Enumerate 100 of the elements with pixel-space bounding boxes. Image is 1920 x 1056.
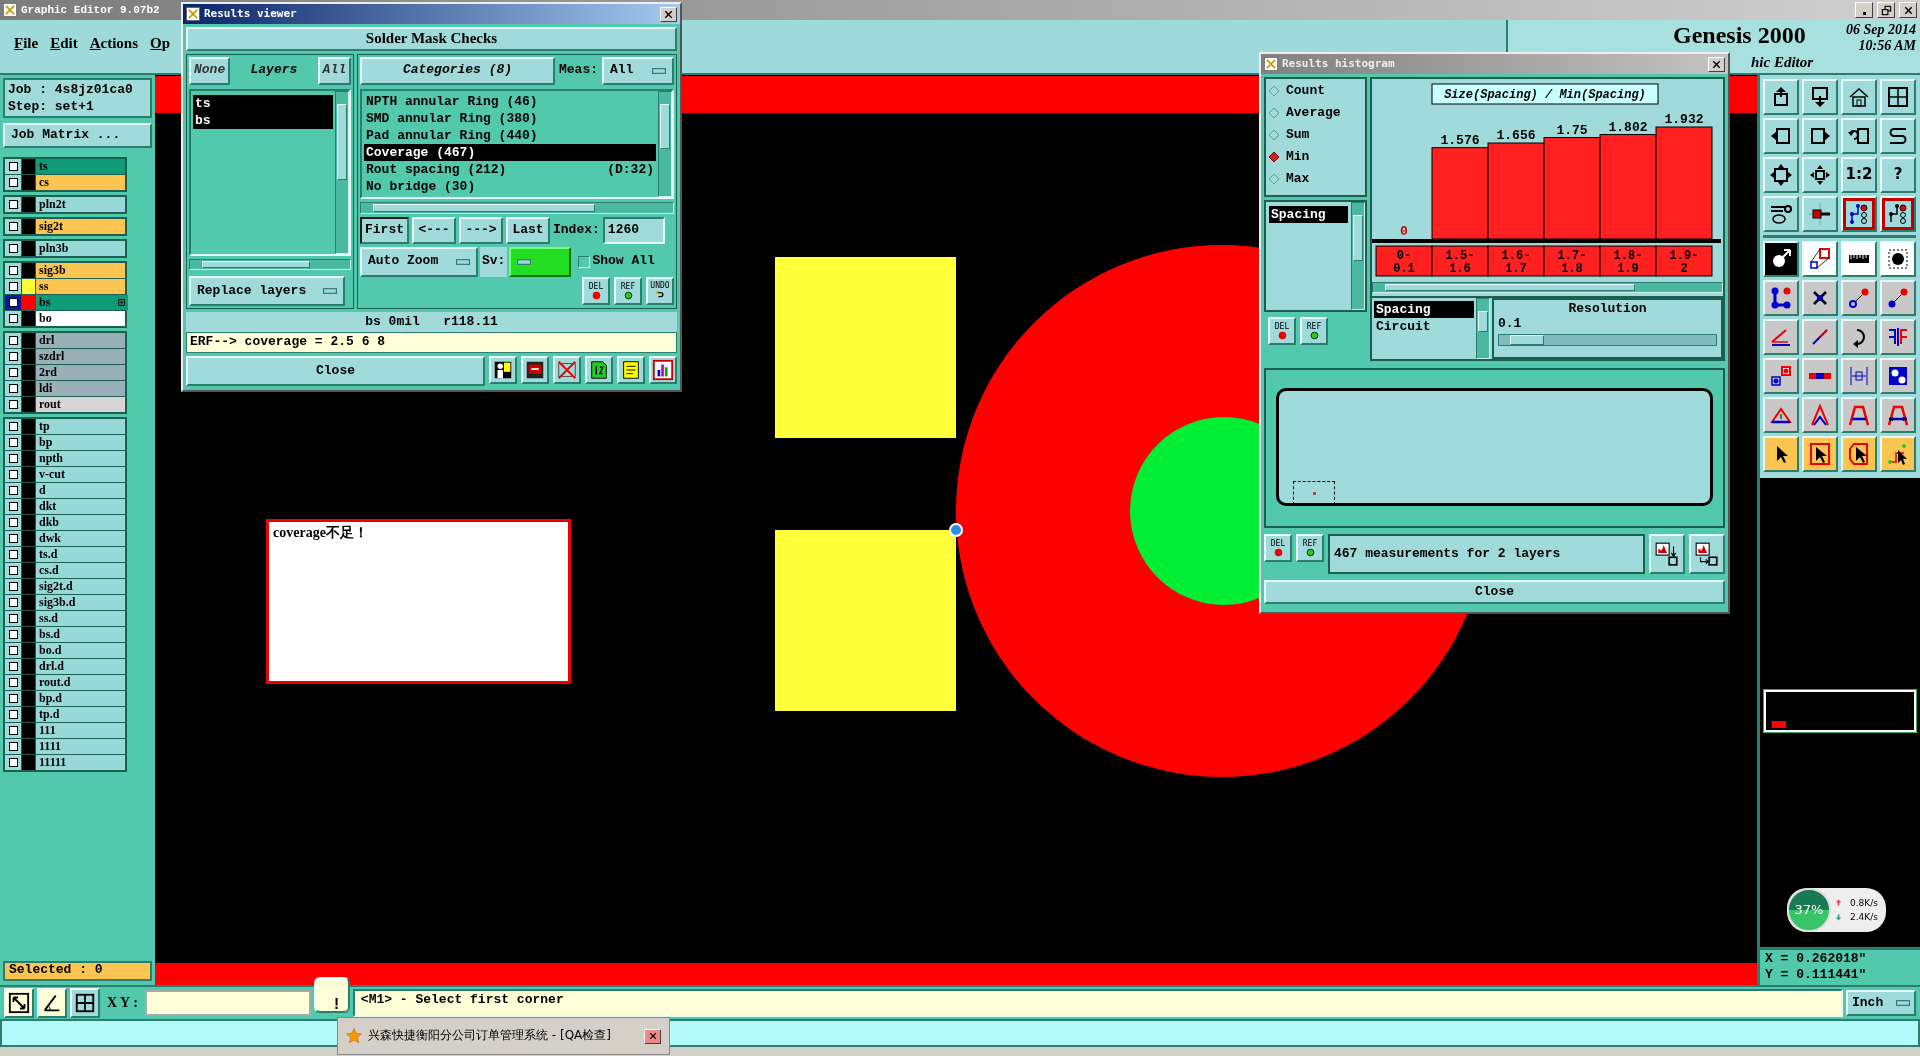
page-button[interactable] — [585, 356, 613, 384]
layer-name[interactable]: cs.d — [36, 563, 125, 578]
layer-name[interactable]: 11111 — [36, 755, 125, 770]
person-button[interactable] — [489, 356, 517, 384]
s-curve-button[interactable] — [1880, 118, 1916, 154]
nav-button[interactable]: First — [360, 216, 409, 244]
radio-option[interactable]: Max — [1268, 170, 1363, 188]
chart-import-button[interactable] — [1689, 534, 1725, 574]
layer-name[interactable]: bo.d — [36, 643, 125, 658]
refresh-button[interactable]: REF — [1300, 317, 1328, 345]
mirror-button[interactable] — [1880, 319, 1916, 355]
chart-export-button[interactable] — [1649, 534, 1685, 574]
scrollbar[interactable] — [1372, 282, 1723, 294]
circle-arrow-button[interactable] — [1763, 241, 1799, 277]
trapezoid-button[interactable] — [1841, 397, 1877, 433]
squares-dots-button[interactable] — [1763, 358, 1799, 394]
layer-selector[interactable] — [5, 723, 21, 738]
tools-button[interactable] — [1763, 196, 1799, 232]
layer-name[interactable]: sig2t.d — [36, 579, 125, 594]
layer-selector[interactable] — [5, 263, 21, 278]
layer-name[interactable]: bs — [36, 295, 128, 310]
layer-name[interactable]: bo — [36, 311, 125, 326]
layer-selector[interactable] — [5, 365, 21, 380]
layer-selector[interactable] — [5, 295, 21, 310]
layer-name[interactable]: tp.d — [36, 707, 125, 722]
circuit-button[interactable] — [1880, 196, 1916, 232]
pointer-path-button[interactable] — [1880, 436, 1916, 472]
list-item[interactable]: NPTH annular Ring (46) — [364, 92, 656, 110]
bar-chart-button[interactable] — [649, 356, 677, 384]
layer-name[interactable]: bp — [36, 435, 125, 450]
delete-button[interactable]: DEL — [1264, 534, 1292, 562]
radio-option[interactable]: Count — [1268, 82, 1363, 100]
meas-dropdown[interactable]: All — [602, 57, 674, 85]
cross-button[interactable] — [1802, 280, 1838, 316]
angle-measure-button[interactable] — [37, 988, 67, 1018]
close-button[interactable] — [660, 6, 677, 22]
layer-name[interactable]: bp.d — [36, 691, 125, 706]
layer-selector[interactable] — [5, 451, 21, 466]
layer-selector[interactable] — [5, 381, 21, 396]
close-button[interactable] — [1708, 56, 1725, 72]
refresh-button[interactable]: REF — [614, 276, 642, 305]
layer-selector[interactable] — [5, 333, 21, 348]
layer-selector[interactable] — [5, 311, 21, 326]
job-matrix-button[interactable]: Job Matrix ... — [3, 123, 152, 148]
menu-item[interactable]: Edit — [50, 35, 78, 73]
circuit-button[interactable] — [1841, 196, 1877, 232]
layer-selector[interactable] — [5, 419, 21, 434]
triangle-button[interactable] — [1763, 397, 1799, 433]
overview-window[interactable] — [1764, 690, 1916, 732]
layer-name[interactable]: npth — [36, 451, 125, 466]
layer-name[interactable]: ldi — [36, 381, 125, 396]
ruler-button[interactable] — [1841, 241, 1877, 277]
pointer-frame-button[interactable] — [1802, 436, 1838, 472]
close-button[interactable]: Close — [1264, 580, 1725, 604]
layer-name[interactable]: sig3b.d — [36, 595, 125, 610]
layer-selector[interactable] — [5, 659, 21, 674]
layer-name[interactable]: ts.d — [36, 547, 125, 562]
list-item[interactable]: Spacing — [1269, 206, 1348, 223]
categories-button[interactable]: Categories (8) — [360, 57, 555, 85]
layer-selector[interactable] — [5, 627, 21, 642]
layer-selector[interactable] — [5, 611, 21, 626]
checkbox[interactable] — [578, 255, 591, 268]
help-button[interactable]: ? — [1880, 157, 1916, 193]
export-button[interactable] — [1763, 79, 1799, 115]
connector-button[interactable] — [1802, 196, 1838, 232]
scrollbar[interactable] — [335, 90, 349, 254]
ratio-button[interactable]: 1:2 — [1841, 157, 1877, 193]
layer-selector[interactable] — [5, 579, 21, 594]
list-item[interactable]: Rout spacing (212) (D:32) — [364, 160, 656, 178]
restore-button[interactable] — [1877, 2, 1895, 18]
delete-button[interactable]: DEL — [1268, 317, 1296, 345]
close-button[interactable]: Close — [186, 356, 485, 386]
layer-name[interactable]: 1111 — [36, 739, 125, 754]
box-arrow-button[interactable] — [1763, 118, 1799, 154]
layer-name[interactable]: v-cut — [36, 467, 125, 482]
layer-name[interactable]: drl — [36, 333, 125, 348]
points-arrow-button[interactable] — [1880, 280, 1916, 316]
box-arrow-button[interactable] — [1802, 118, 1838, 154]
import-button[interactable] — [1802, 79, 1838, 115]
shapes-button[interactable] — [1880, 358, 1916, 394]
undo-button[interactable]: UNDO — [646, 276, 674, 305]
diagonal-arrow-button[interactable] — [4, 988, 34, 1018]
layer-selector[interactable] — [5, 483, 21, 498]
layer-selector[interactable] — [5, 515, 21, 530]
close-button[interactable] — [1899, 2, 1917, 18]
rotate-box-button[interactable] — [1841, 118, 1877, 154]
angle-button[interactable] — [1763, 319, 1799, 355]
list-item[interactable]: Circuit — [1374, 318, 1474, 336]
layer-selector[interactable] — [5, 563, 21, 578]
layer-name[interactable]: ss.d — [36, 611, 125, 626]
layer-selector[interactable] — [5, 755, 21, 770]
layer-name[interactable]: dkb — [36, 515, 125, 530]
zoom-dropdown[interactable]: Auto Zoom — [360, 247, 478, 277]
layer-selector[interactable] — [5, 397, 21, 412]
layer-name[interactable]: drl.d — [36, 659, 125, 674]
layer-selector[interactable] — [5, 595, 21, 610]
layer-selector[interactable] — [5, 691, 21, 706]
double-triangle-button[interactable] — [1802, 397, 1838, 433]
list-item[interactable]: Spacing — [1374, 301, 1474, 319]
segment-button[interactable] — [1802, 358, 1838, 394]
